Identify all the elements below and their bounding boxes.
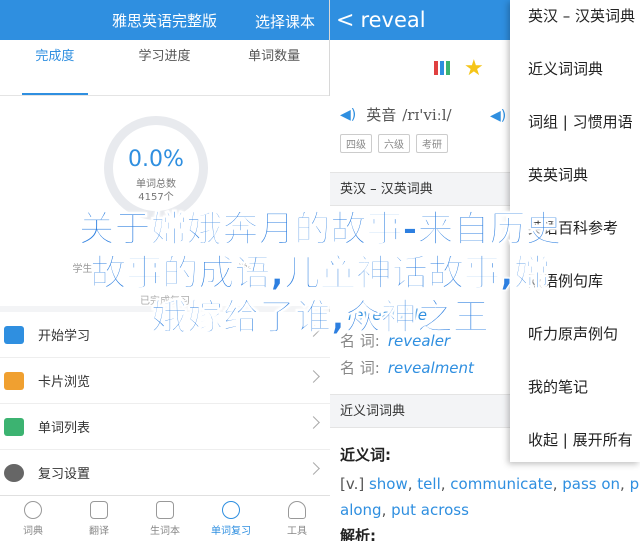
progress-ring: 0.0% 单词总数 4157个 xyxy=(104,116,208,220)
def-label: 名 词: xyxy=(340,332,380,350)
total-value: 4157个 xyxy=(138,192,174,203)
bottom-nav: 词典 翻译 生词本 单词复习 工具 xyxy=(0,495,330,541)
menu-label: 卡片浏览 xyxy=(38,375,91,390)
nav-label: 词典 xyxy=(23,525,43,537)
dd-phrases[interactable]: 词组 | 习惯用语 xyxy=(510,106,640,159)
left-topbar: 雅思英语完整版 选择课本 xyxy=(0,0,329,40)
pencil-icon xyxy=(4,325,24,344)
user-icon xyxy=(288,500,306,519)
clock-icon xyxy=(222,500,240,519)
analysis-title: 解析: xyxy=(340,527,376,541)
pron-ipa: /rɪ'viːl/ xyxy=(402,105,452,124)
synonym-link[interactable]: communicate xyxy=(450,475,552,493)
pron-lang: 英音 xyxy=(366,106,397,124)
tag-cet4: 四级 xyxy=(340,134,372,153)
progress-note: 已完成复习 xyxy=(140,296,190,307)
synonyms-line-1: [v.] show, tell, communicate, pass on, p xyxy=(340,475,640,493)
tab-progress[interactable]: 学习进度 xyxy=(110,40,220,95)
nav-wordbook[interactable]: 生词本 xyxy=(132,496,198,541)
progress-area: 0.0% 单词总数 4157个 学生 学生 已完成复习 xyxy=(0,96,330,307)
left-panel: 雅思英语完整版 选择课本 完成度 学习进度 单词数量 0.0% 单词总数 415… xyxy=(0,0,330,541)
stat-left-label: 学生 xyxy=(72,264,93,275)
chevron-right-icon xyxy=(307,370,320,383)
dictionary-dropdown: 英汉 – 汉英词典 近义词词典 词组 | 习惯用语 英英词典 英语百科参考 双语… xyxy=(510,0,640,462)
menu-label: 单词列表 xyxy=(38,421,91,436)
menu-label: 复习设置 xyxy=(38,467,91,482)
headword: reveal xyxy=(360,8,426,32)
nav-label: 单词复习 xyxy=(211,525,251,537)
dd-audio-examples[interactable]: 听力原声例句 xyxy=(510,318,640,371)
menu-label: 开始学习 xyxy=(38,329,91,344)
synonym-link[interactable]: pass on xyxy=(562,475,620,493)
dd-en-cn[interactable]: 英汉 – 汉英词典 xyxy=(510,0,640,53)
tag-postgrad: 考研 xyxy=(416,134,448,153)
dd-example-sentences[interactable]: 双语例句库 xyxy=(510,265,640,318)
nav-label: 翻译 xyxy=(89,525,109,537)
star-icon[interactable]: ★ xyxy=(464,56,484,81)
menu-card-browse[interactable]: 卡片浏览 xyxy=(0,358,330,404)
dd-my-notes[interactable]: 我的笔记 xyxy=(510,371,640,424)
tab-completion[interactable]: 完成度 xyxy=(0,40,110,95)
synonyms-title: 近义词: xyxy=(340,446,391,464)
synonyms-line-2: along, put across xyxy=(340,501,469,519)
def-value[interactable]: revealer xyxy=(388,332,450,350)
synonym-link[interactable]: put across xyxy=(391,501,469,519)
list-icon xyxy=(4,417,24,436)
progress-percent: 0.0% xyxy=(128,147,184,172)
def-row: 名 词: revealer xyxy=(340,330,450,351)
def-value[interactable]: revealment xyxy=(388,359,474,377)
partial-def-row: revealable xyxy=(340,306,427,324)
nav-translate[interactable]: 翻译 xyxy=(66,496,132,541)
tab-word-count[interactable]: 单词数量 xyxy=(219,40,329,95)
nav-word-review[interactable]: 单词复习 xyxy=(198,496,264,541)
gear-icon xyxy=(4,463,24,482)
stats-tabs: 完成度 学习进度 单词数量 xyxy=(0,40,329,96)
nav-tools[interactable]: 工具 xyxy=(264,496,330,541)
search-icon xyxy=(24,500,42,519)
synonym-link[interactable]: p xyxy=(630,475,640,493)
def-value[interactable]: revealable xyxy=(348,306,427,324)
level-tags: 四级 六级 考研 xyxy=(340,134,448,153)
cards-icon xyxy=(4,371,24,390)
speaker-icon: ◀) xyxy=(490,108,507,124)
synonym-link[interactable]: tell xyxy=(417,475,440,493)
synonym-link[interactable]: along xyxy=(340,501,382,519)
uk-pronunciation[interactable]: ◀) 英音 /rɪ'viːl/ xyxy=(340,104,452,125)
dd-encyclopedia[interactable]: 英语百科参考 xyxy=(510,212,640,265)
dd-en-en[interactable]: 英英词典 xyxy=(510,159,640,212)
nav-label: 工具 xyxy=(287,525,307,537)
chevron-right-icon xyxy=(307,462,320,475)
synonym-link[interactable]: show xyxy=(369,475,408,493)
nav-label: 生词本 xyxy=(150,525,180,537)
stat-right-label: 学生 xyxy=(237,264,258,275)
book-title: 雅思英语完整版 xyxy=(111,11,217,30)
speaker-icon: ◀) xyxy=(340,106,357,123)
dd-collapse-expand[interactable]: 收起 | 展开所有 xyxy=(510,424,640,477)
study-menu: 开始学习 卡片浏览 单词列表 复习设置 xyxy=(0,312,330,496)
book-icon xyxy=(156,500,174,519)
translate-icon xyxy=(90,500,108,519)
frequency-bars-icon xyxy=(434,61,450,75)
chevron-right-icon xyxy=(307,324,320,337)
choose-book-button[interactable]: 选择课本 xyxy=(255,11,315,32)
tag-cet6: 六级 xyxy=(378,134,410,153)
def-label: 名 词: xyxy=(340,359,380,377)
nav-dictionary[interactable]: 词典 xyxy=(0,496,66,541)
syn-pos: [v.] xyxy=(340,475,365,493)
stat-labels: 学生 学生 xyxy=(0,260,330,275)
menu-review-settings[interactable]: 复习设置 xyxy=(0,450,330,496)
dd-synonyms[interactable]: 近义词词典 xyxy=(510,53,640,106)
def-row: 名 词: revealment xyxy=(340,357,474,378)
menu-word-list[interactable]: 单词列表 xyxy=(0,404,330,450)
back-button[interactable]: < xyxy=(336,8,354,33)
chevron-right-icon xyxy=(307,416,320,429)
menu-start-learning[interactable]: 开始学习 xyxy=(0,312,330,358)
